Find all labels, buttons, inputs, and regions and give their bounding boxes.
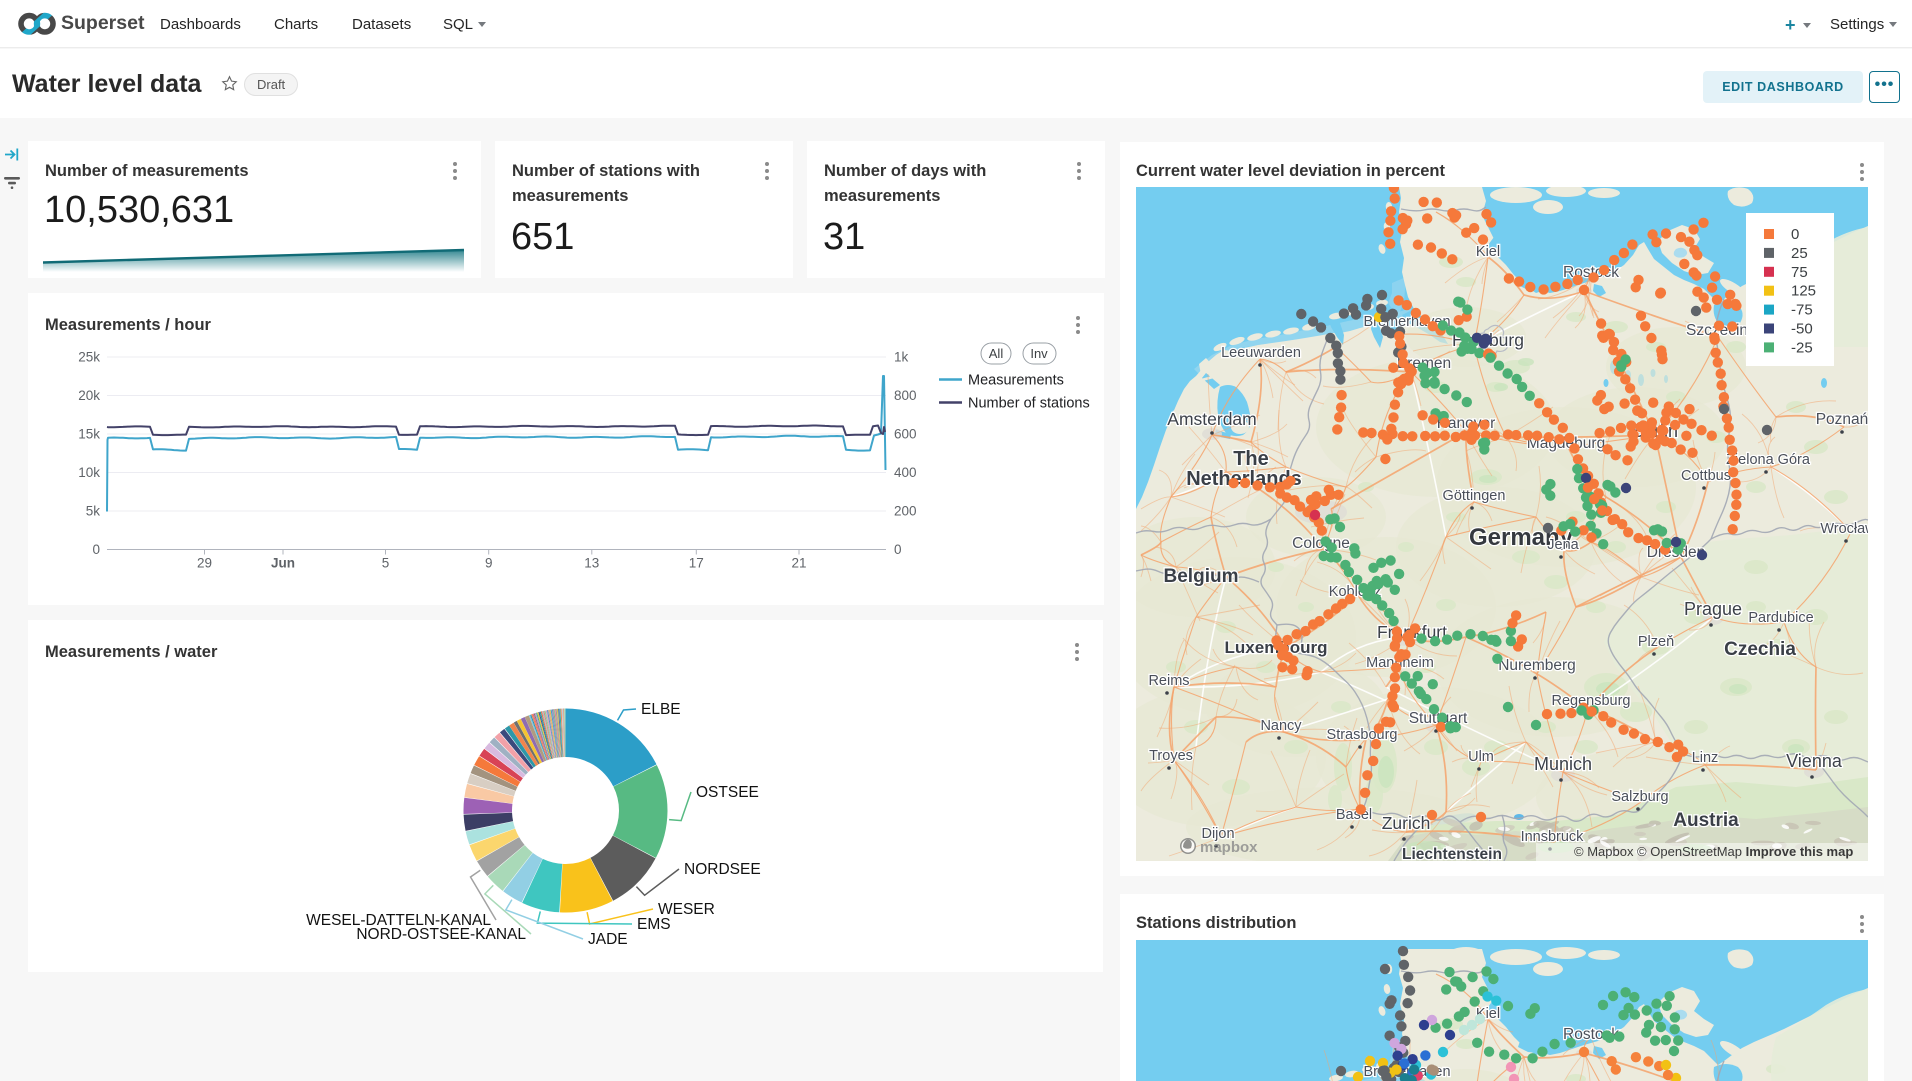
svg-text:15k: 15k [78,427,100,442]
svg-text:ELBE: ELBE [641,701,681,718]
svg-text:Munich: Munich [1534,754,1592,774]
svg-text:0: 0 [1791,226,1799,243]
svg-text:The: The [1233,448,1269,470]
svg-text:Pardubice: Pardubice [1748,610,1813,626]
svg-text:Jena: Jena [1547,537,1579,553]
svg-text:OSTSEE: OSTSEE [696,784,759,801]
svg-text:75: 75 [1791,264,1808,281]
svg-text:Göttingen: Göttingen [1443,488,1506,504]
svg-text:Austria: Austria [1673,810,1739,831]
svg-text:Plzeň: Plzeň [1638,634,1674,650]
svg-text:JADE: JADE [588,931,628,948]
svg-text:Inv: Inv [1030,346,1048,361]
svg-text:1k: 1k [894,350,909,365]
svg-text:WESEL-DATTELN-KANAL: WESEL-DATTELN-KANAL [306,912,491,929]
svg-text:25k: 25k [78,350,100,365]
svg-text:Reims: Reims [1148,673,1189,689]
svg-text:0: 0 [894,542,902,557]
svg-text:Jun: Jun [271,556,295,571]
svg-text:17: 17 [689,556,704,571]
svg-text:Measurements: Measurements [968,373,1064,389]
svg-text:25: 25 [1791,245,1808,262]
svg-text:Number of stations: Number of stations [968,396,1090,412]
svg-text:All: All [989,346,1004,361]
svg-text:Innsbruck: Innsbruck [1521,829,1585,845]
svg-text:Nuremberg: Nuremberg [1498,657,1576,674]
svg-text:13: 13 [584,556,599,571]
svg-text:Czechia: Czechia [1724,639,1796,660]
svg-text:Belgium: Belgium [1164,566,1239,587]
svg-text:5k: 5k [86,504,101,519]
svg-text:Nancy: Nancy [1260,718,1302,734]
svg-text:Kiel: Kiel [1476,244,1500,260]
svg-text:9: 9 [485,556,493,571]
svg-text:-50: -50 [1791,321,1813,338]
svg-text:-75: -75 [1791,302,1813,319]
svg-text:Wrocław: Wrocław [1820,521,1868,537]
svg-text:29: 29 [197,556,212,571]
svg-text:Salzburg: Salzburg [1611,789,1668,805]
svg-text:Liechtenstein: Liechtenstein [1402,846,1502,861]
svg-text:Cottbus: Cottbus [1681,468,1731,484]
svg-text:10k: 10k [78,465,100,480]
svg-text:Troyes: Troyes [1149,748,1193,764]
svg-text:Vienna: Vienna [1786,751,1843,771]
svg-text:200: 200 [894,504,917,519]
svg-text:Linz: Linz [1692,750,1719,766]
svg-text:0: 0 [92,542,100,557]
svg-text:600: 600 [894,427,917,442]
svg-text:Poznań: Poznań [1816,411,1868,428]
svg-text:Basel: Basel [1336,807,1372,823]
svg-text:400: 400 [894,465,917,480]
svg-text:Amsterdam: Amsterdam [1167,409,1256,429]
svg-text:Strasbourg: Strasbourg [1327,727,1398,743]
svg-text:20k: 20k [78,388,100,403]
svg-text:Zielona Góra: Zielona Góra [1726,452,1811,468]
svg-text:© Mapbox © OpenStreetMap Impro: © Mapbox © OpenStreetMap Improve this ma… [1574,844,1853,859]
svg-text:-25: -25 [1791,339,1813,356]
svg-text:Ulm: Ulm [1468,749,1494,765]
svg-text:NORDSEE: NORDSEE [684,861,761,878]
svg-text:mapbox: mapbox [1200,839,1258,856]
svg-text:EMS: EMS [637,916,671,933]
svg-text:21: 21 [791,556,806,571]
svg-text:Zurich: Zurich [1382,813,1431,833]
svg-text:5: 5 [382,556,390,571]
svg-text:125: 125 [1791,283,1816,300]
svg-text:Leeuwarden: Leeuwarden [1221,345,1301,361]
svg-text:Prague: Prague [1684,599,1742,619]
svg-text:800: 800 [894,388,917,403]
